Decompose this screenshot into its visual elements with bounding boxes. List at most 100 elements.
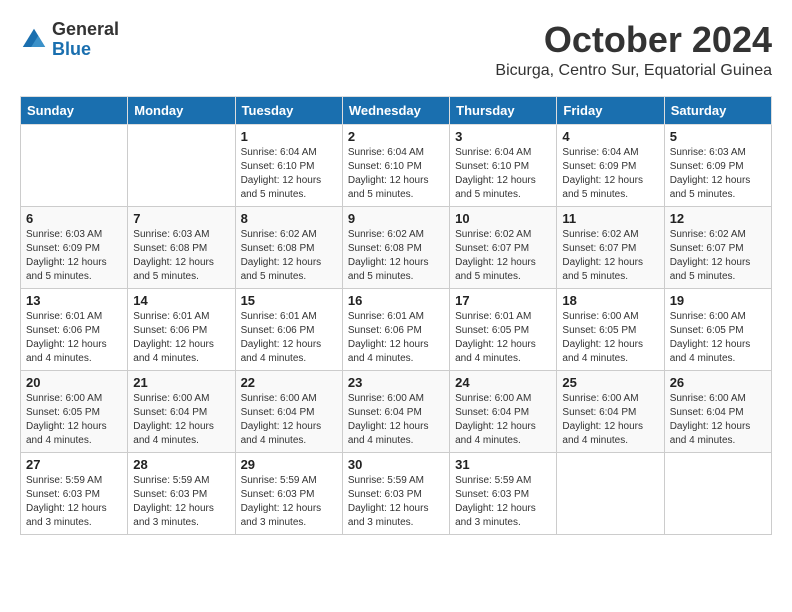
calendar-cell: 15 Sunrise: 6:01 AM Sunset: 6:06 PM Dayli… (235, 288, 342, 370)
day-number: 29 (241, 457, 337, 472)
calendar-cell: 31 Sunrise: 5:59 AM Sunset: 6:03 PM Dayli… (450, 452, 557, 534)
day-number: 26 (670, 375, 766, 390)
calendar-cell: 27 Sunrise: 5:59 AM Sunset: 6:03 PM Dayli… (21, 452, 128, 534)
calendar-week-row: 20 Sunrise: 6:00 AM Sunset: 6:05 PM Dayli… (21, 370, 772, 452)
calendar-cell: 29 Sunrise: 5:59 AM Sunset: 6:03 PM Dayli… (235, 452, 342, 534)
day-info: Sunrise: 6:00 AM Sunset: 6:04 PM Dayligh… (455, 392, 551, 448)
day-number: 3 (455, 129, 551, 144)
day-info: Sunrise: 6:00 AM Sunset: 6:05 PM Dayligh… (26, 392, 122, 448)
calendar-cell: 11 Sunrise: 6:02 AM Sunset: 6:07 PM Dayli… (557, 206, 664, 288)
day-info: Sunrise: 6:00 AM Sunset: 6:04 PM Dayligh… (670, 392, 766, 448)
calendar-cell: 28 Sunrise: 5:59 AM Sunset: 6:03 PM Dayli… (128, 452, 235, 534)
calendar-cell: 2 Sunrise: 6:04 AM Sunset: 6:10 PM Daylig… (342, 124, 449, 206)
calendar-cell: 8 Sunrise: 6:02 AM Sunset: 6:08 PM Daylig… (235, 206, 342, 288)
calendar-cell: 4Sunrise: 6:04 AM Sunset: 6:09 PM Daylig… (557, 124, 664, 206)
calendar-cell: 30Sunrise: 5:59 AM Sunset: 6:03 PM Dayli… (342, 452, 449, 534)
day-number: 7 (133, 211, 229, 226)
weekday-header-wednesday: Wednesday (342, 96, 449, 124)
day-info: Sunrise: 5:59 AM Sunset: 6:03 PM Dayligh… (26, 474, 122, 530)
calendar-cell: 7 Sunrise: 6:03 AM Sunset: 6:08 PM Daylig… (128, 206, 235, 288)
calendar-cell: 23 Sunrise: 6:00 AM Sunset: 6:04 PM Dayli… (342, 370, 449, 452)
calendar-header: General Blue October 2024 Bicurga, Centr… (20, 20, 772, 80)
calendar-cell: 22 Sunrise: 6:00 AM Sunset: 6:04 PM Dayli… (235, 370, 342, 452)
day-info: Sunrise: 6:03 AM Sunset: 6:08 PM Dayligh… (133, 228, 229, 284)
calendar-week-row: 6Sunrise: 6:03 AM Sunset: 6:09 PM Daylig… (21, 206, 772, 288)
calendar-cell: 12 Sunrise: 6:02 AM Sunset: 6:07 PM Dayli… (664, 206, 771, 288)
day-number: 9 (348, 211, 444, 226)
logo: General Blue (20, 20, 119, 60)
day-info: Sunrise: 6:04 AM Sunset: 6:09 PM Dayligh… (562, 146, 658, 202)
day-info: Sunrise: 6:00 AM Sunset: 6:04 PM Dayligh… (562, 392, 658, 448)
calendar-cell: 5Sunrise: 6:03 AM Sunset: 6:09 PM Daylig… (664, 124, 771, 206)
calendar-cell: 1Sunrise: 6:04 AM Sunset: 6:10 PM Daylig… (235, 124, 342, 206)
day-number: 8 (241, 211, 337, 226)
day-info: Sunrise: 6:01 AM Sunset: 6:06 PM Dayligh… (133, 310, 229, 366)
calendar-cell: 10 Sunrise: 6:02 AM Sunset: 6:07 PM Dayli… (450, 206, 557, 288)
calendar-cell: 20 Sunrise: 6:00 AM Sunset: 6:05 PM Dayli… (21, 370, 128, 452)
calendar-cell: 13Sunrise: 6:01 AM Sunset: 6:06 PM Dayli… (21, 288, 128, 370)
day-number: 2 (348, 129, 444, 144)
calendar-cell: 26 Sunrise: 6:00 AM Sunset: 6:04 PM Dayli… (664, 370, 771, 452)
day-number: 27 (26, 457, 122, 472)
calendar-cell (21, 124, 128, 206)
day-number: 23 (348, 375, 444, 390)
calendar-cell: 14Sunrise: 6:01 AM Sunset: 6:06 PM Dayli… (128, 288, 235, 370)
day-info: Sunrise: 6:02 AM Sunset: 6:08 PM Dayligh… (241, 228, 337, 284)
calendar-cell (664, 452, 771, 534)
calendar-week-row: 13Sunrise: 6:01 AM Sunset: 6:06 PM Dayli… (21, 288, 772, 370)
day-info: Sunrise: 6:04 AM Sunset: 6:10 PM Dayligh… (455, 146, 551, 202)
day-info: Sunrise: 6:01 AM Sunset: 6:05 PM Dayligh… (455, 310, 551, 366)
day-number: 20 (26, 375, 122, 390)
calendar-cell (557, 452, 664, 534)
day-info: Sunrise: 6:02 AM Sunset: 6:08 PM Dayligh… (348, 228, 444, 284)
calendar-cell: 16Sunrise: 6:01 AM Sunset: 6:06 PM Dayli… (342, 288, 449, 370)
weekday-header-friday: Friday (557, 96, 664, 124)
day-info: Sunrise: 6:00 AM Sunset: 6:04 PM Dayligh… (133, 392, 229, 448)
day-info: Sunrise: 5:59 AM Sunset: 6:03 PM Dayligh… (348, 474, 444, 530)
day-info: Sunrise: 6:00 AM Sunset: 6:05 PM Dayligh… (562, 310, 658, 366)
day-number: 15 (241, 293, 337, 308)
day-info: Sunrise: 5:59 AM Sunset: 6:03 PM Dayligh… (133, 474, 229, 530)
weekday-header-thursday: Thursday (450, 96, 557, 124)
calendar-cell: 9 Sunrise: 6:02 AM Sunset: 6:08 PM Daylig… (342, 206, 449, 288)
day-info: Sunrise: 6:04 AM Sunset: 6:10 PM Dayligh… (348, 146, 444, 202)
day-info: Sunrise: 6:02 AM Sunset: 6:07 PM Dayligh… (670, 228, 766, 284)
day-number: 11 (562, 211, 658, 226)
calendar-cell: 3 Sunrise: 6:04 AM Sunset: 6:10 PM Daylig… (450, 124, 557, 206)
month-title: October 2024 (495, 20, 772, 60)
day-info: Sunrise: 6:02 AM Sunset: 6:07 PM Dayligh… (562, 228, 658, 284)
day-number: 28 (133, 457, 229, 472)
day-info: Sunrise: 6:00 AM Sunset: 6:05 PM Dayligh… (670, 310, 766, 366)
calendar-cell: 24Sunrise: 6:00 AM Sunset: 6:04 PM Dayli… (450, 370, 557, 452)
title-area: October 2024 Bicurga, Centro Sur, Equato… (495, 20, 772, 80)
weekday-header-saturday: Saturday (664, 96, 771, 124)
calendar-cell (128, 124, 235, 206)
day-number: 22 (241, 375, 337, 390)
day-number: 6 (26, 211, 122, 226)
weekday-header-row: SundayMondayTuesdayWednesdayThursdayFrid… (21, 96, 772, 124)
logo-text: General Blue (52, 20, 119, 60)
day-info: Sunrise: 6:00 AM Sunset: 6:04 PM Dayligh… (241, 392, 337, 448)
day-number: 19 (670, 293, 766, 308)
calendar-week-row: 27 Sunrise: 5:59 AM Sunset: 6:03 PM Dayli… (21, 452, 772, 534)
day-info: Sunrise: 5:59 AM Sunset: 6:03 PM Dayligh… (241, 474, 337, 530)
day-number: 10 (455, 211, 551, 226)
calendar-cell: 17Sunrise: 6:01 AM Sunset: 6:05 PM Dayli… (450, 288, 557, 370)
day-number: 12 (670, 211, 766, 226)
day-info: Sunrise: 6:01 AM Sunset: 6:06 PM Dayligh… (241, 310, 337, 366)
day-info: Sunrise: 5:59 AM Sunset: 6:03 PM Dayligh… (455, 474, 551, 530)
calendar-cell: 6Sunrise: 6:03 AM Sunset: 6:09 PM Daylig… (21, 206, 128, 288)
day-number: 5 (670, 129, 766, 144)
weekday-header-monday: Monday (128, 96, 235, 124)
day-number: 16 (348, 293, 444, 308)
day-number: 21 (133, 375, 229, 390)
location-title: Bicurga, Centro Sur, Equatorial Guinea (495, 62, 772, 80)
day-info: Sunrise: 6:01 AM Sunset: 6:06 PM Dayligh… (26, 310, 122, 366)
calendar-table: SundayMondayTuesdayWednesdayThursdayFrid… (20, 96, 772, 535)
day-number: 18 (562, 293, 658, 308)
day-info: Sunrise: 6:02 AM Sunset: 6:07 PM Dayligh… (455, 228, 551, 284)
calendar-week-row: 1Sunrise: 6:04 AM Sunset: 6:10 PM Daylig… (21, 124, 772, 206)
day-number: 31 (455, 457, 551, 472)
day-info: Sunrise: 6:00 AM Sunset: 6:04 PM Dayligh… (348, 392, 444, 448)
calendar-cell: 21 Sunrise: 6:00 AM Sunset: 6:04 PM Dayli… (128, 370, 235, 452)
